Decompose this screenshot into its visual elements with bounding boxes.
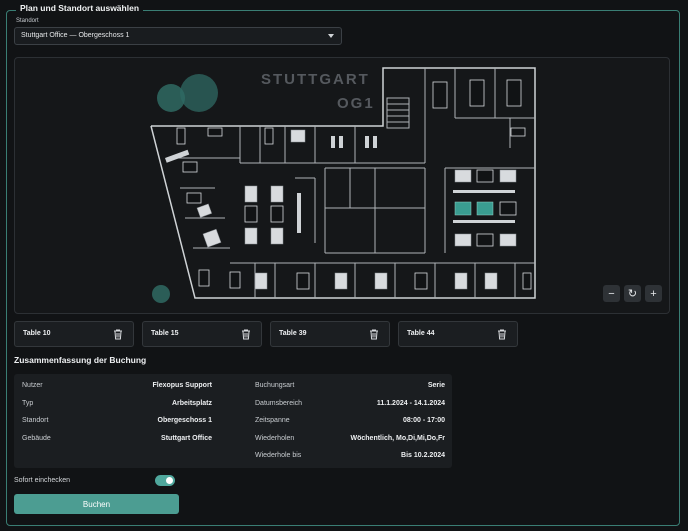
map-title-line1: STUTTGART	[261, 71, 370, 88]
reset-view-button[interactable]: ↻	[624, 285, 641, 302]
plus-icon: +	[650, 287, 657, 300]
trash-icon[interactable]	[497, 329, 507, 340]
summary-value: 11.1.2024 - 14.1.2024	[376, 400, 445, 407]
trash-icon[interactable]	[241, 329, 251, 340]
checkin-toggle[interactable]	[155, 475, 175, 486]
floor-plan-map[interactable]: STUTTGART OG1	[14, 57, 670, 314]
toggle-knob	[166, 477, 173, 484]
summary-value: Obergeschoss 1	[157, 417, 212, 424]
summary-key: Zeitspanne	[255, 417, 290, 424]
decor-circle	[152, 285, 170, 303]
summary-key: Nutzer	[22, 382, 43, 389]
selected-table-card: Table 44	[398, 321, 518, 347]
zoom-out-button[interactable]: −	[603, 285, 620, 302]
map-title-line2: OG1	[337, 95, 375, 112]
selected-table-card: Table 15	[142, 321, 262, 347]
summary-value: Serie	[427, 382, 445, 389]
selected-table-card: Table 10	[14, 321, 134, 347]
summary-value: Stuttgart Office	[161, 435, 212, 442]
table-label: Table 15	[151, 330, 179, 337]
table-label: Table 39	[279, 330, 307, 337]
summary-box: Nutzer Flexopus Support Typ Arbeitsplatz…	[14, 374, 452, 468]
checkin-label: Sofort einchecken	[14, 477, 71, 484]
summary-key: Typ	[22, 400, 34, 407]
summary-key: Standort	[22, 417, 49, 424]
summary-title: Zusammenfassung der Buchung	[14, 355, 147, 365]
location-select-value: Stuttgart Office — Obergeschoss 1	[21, 32, 130, 39]
location-label: Standort	[16, 18, 39, 24]
summary-key: Gebäude	[22, 435, 51, 442]
summary-value: Arbeitsplatz	[171, 400, 212, 407]
reset-icon: ↻	[627, 288, 638, 300]
summary-value: 08:00 - 17:00	[402, 417, 445, 424]
stairs	[386, 97, 410, 129]
table-label: Table 44	[407, 330, 435, 337]
book-button[interactable]: Buchen	[14, 494, 179, 514]
selected-desks	[454, 201, 494, 216]
summary-key: Buchungsart	[255, 382, 295, 389]
trash-icon[interactable]	[113, 329, 123, 340]
table-label: Table 10	[23, 330, 51, 337]
section-title: Plan und Standort auswählen	[16, 3, 144, 13]
zoom-in-button[interactable]: +	[645, 285, 662, 302]
chevron-down-icon	[328, 34, 334, 38]
location-select[interactable]: Stuttgart Office — Obergeschoss 1	[14, 27, 342, 45]
summary-value: Bis 10.2.2024	[401, 452, 445, 459]
decor-circle	[180, 74, 218, 112]
selected-table-card: Table 39	[270, 321, 390, 347]
summary-value: Wöchentlich, Mo,Di,Mi,Do,Fr	[350, 435, 446, 442]
summary-key: Wiederholen	[255, 435, 295, 442]
summary-key: Datumsbereich	[255, 400, 303, 407]
minus-icon: −	[608, 287, 615, 300]
summary-key: Wiederhole bis	[255, 452, 302, 459]
summary-value: Flexopus Support	[152, 382, 213, 389]
floor-plan-drawing: STUTTGART OG1	[150, 67, 536, 303]
trash-icon[interactable]	[369, 329, 379, 340]
